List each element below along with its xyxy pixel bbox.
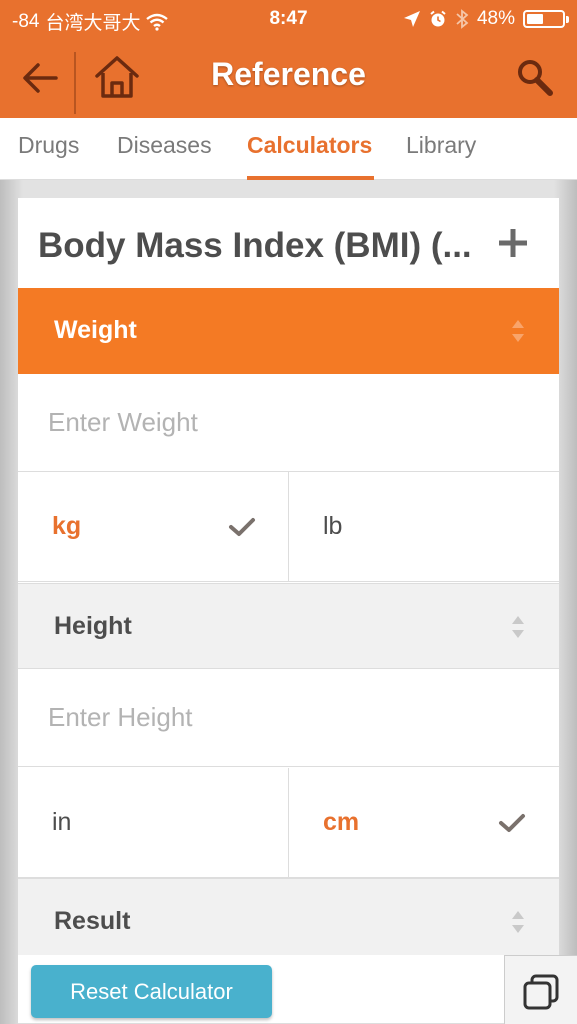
tab-diseases[interactable]: Diseases [117,132,212,159]
plus-icon[interactable] [496,226,530,260]
sort-icon [512,911,524,933]
page-title: Reference [211,56,366,92]
weight-unit-row: kg lb [18,472,559,582]
copy-icon [523,974,559,1010]
weight-header-label: Weight [54,316,137,344]
height-header-label: Height [54,612,132,640]
tab-calculators[interactable]: Calculators [247,132,372,159]
calculator-title: Body Mass Index (BMI) (... [38,226,472,265]
height-unit-row: in cm [18,768,559,878]
unit-label: kg [52,512,82,540]
copy-button[interactable] [504,955,577,1024]
weight-input[interactable] [18,374,559,471]
bluetooth-icon [456,9,469,29]
sort-icon [512,616,524,638]
unit-label: lb [323,512,343,540]
unit-option-in[interactable]: in [18,768,288,878]
result-section-header[interactable]: Result [18,878,559,964]
battery-percent: 48% [476,8,515,29]
unit-option-kg[interactable]: kg [18,472,288,582]
nav-bar: Reference [0,38,577,118]
weight-input-row [18,374,559,472]
tab-drugs[interactable]: Drugs [18,132,79,159]
location-arrow-icon [403,11,420,27]
tab-bar: Drugs Diseases Calculators Library [0,118,577,180]
height-input[interactable] [18,669,559,766]
result-header-label: Result [54,907,131,935]
sort-icon [512,320,524,342]
unit-option-lb[interactable]: lb [288,472,558,582]
height-input-row [18,669,559,767]
battery-fill [527,14,544,24]
unit-label: in [52,808,72,836]
status-bar: -84 台湾大哥大 8:47 48% [0,0,577,38]
weight-section-header[interactable]: Weight [18,288,559,374]
unit-option-cm[interactable]: cm [288,768,558,878]
checkmark-icon [229,518,255,536]
unit-label: cm [323,808,360,836]
reset-calculator-button[interactable]: Reset Calculator [31,965,272,1018]
status-right: 48% [403,8,569,30]
search-icon[interactable] [513,56,557,100]
height-section-header[interactable]: Height [18,583,559,669]
tab-library[interactable]: Library [406,132,476,159]
checkmark-icon [499,814,525,832]
alarm-icon [430,10,446,27]
battery-icon [523,10,569,28]
